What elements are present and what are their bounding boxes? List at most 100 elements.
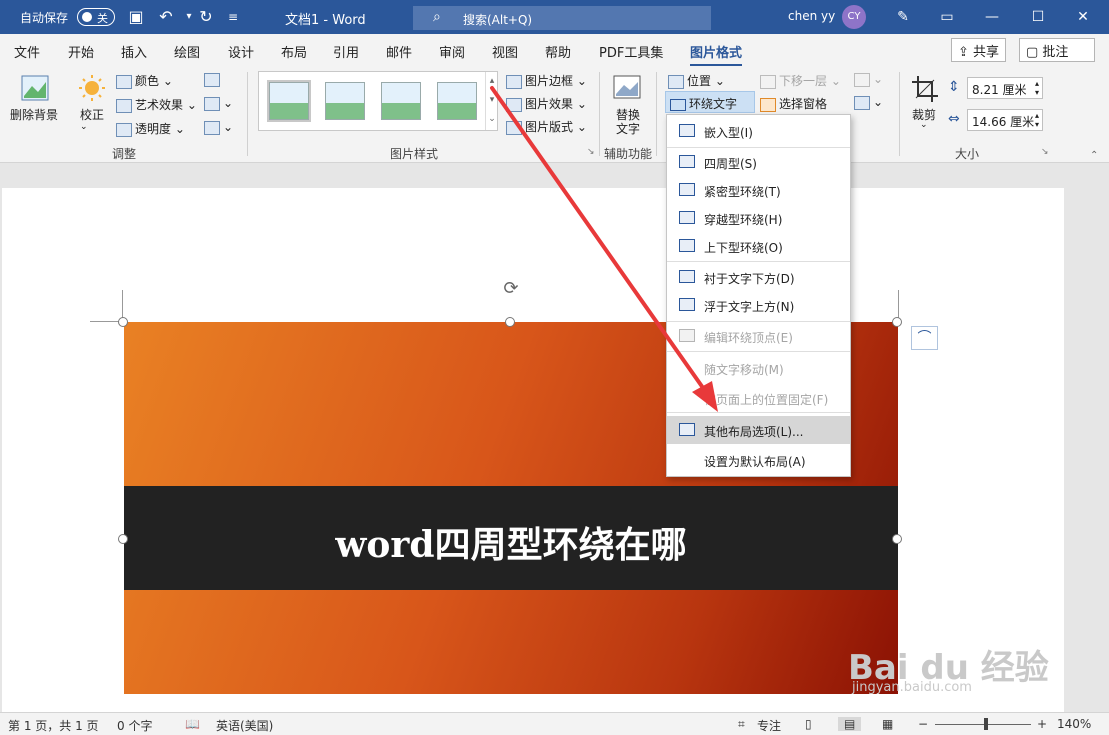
- ribbon: 删除背景 校正 ⌄ 颜色 ⌄ 艺术效果 ⌄ 透明度 ⌄ ⌄ ⌄ 调整 ▴ ▾ ⌄ 图…: [0, 66, 1109, 163]
- transparency-label: 透明度: [135, 122, 172, 136]
- search-box[interactable]: ⌕ 搜索(Alt+Q): [413, 6, 711, 30]
- print-layout-icon[interactable]: ▤: [838, 717, 862, 731]
- zoom-in-icon[interactable]: +: [1037, 717, 1047, 731]
- pen-icon[interactable]: ✎: [891, 7, 915, 27]
- menu-item-inline[interactable]: 嵌入型(I): [667, 117, 850, 145]
- tab-home[interactable]: 开始: [68, 42, 94, 61]
- menu-item-label: 穿越型环绕(H): [704, 213, 783, 227]
- transparency-button[interactable]: 透明度 ⌄: [116, 120, 185, 137]
- size-launcher-icon[interactable]: ↘: [1041, 147, 1049, 157]
- tab-help[interactable]: 帮助: [545, 42, 571, 61]
- zoom-slider-thumb[interactable]: [984, 718, 988, 730]
- menu-item-in-front-of-text[interactable]: 浮于文字上方(N): [667, 291, 850, 319]
- tab-view[interactable]: 视图: [492, 42, 518, 61]
- resize-handle-top-left[interactable]: [118, 317, 128, 327]
- remove-background-button[interactable]: 删除背景: [10, 106, 58, 123]
- picture-style-1[interactable]: [267, 80, 311, 122]
- tab-design[interactable]: 设计: [228, 42, 254, 61]
- menu-item-through[interactable]: 穿越型环绕(H): [667, 204, 850, 232]
- resize-handle-top[interactable]: [505, 317, 515, 327]
- focus-mode[interactable]: 专注: [757, 717, 781, 734]
- user-name[interactable]: chen yy: [788, 9, 835, 23]
- customize-qat-icon[interactable]: ≡: [222, 6, 244, 28]
- read-mode-icon[interactable]: ▯: [805, 717, 812, 731]
- share-button[interactable]: ⇪ 共享: [951, 38, 1007, 62]
- picture-style-3[interactable]: [381, 82, 421, 120]
- focus-icon[interactable]: ⌗: [738, 717, 745, 732]
- resize-handle-left[interactable]: [118, 534, 128, 544]
- correct-dropdown-icon[interactable]: ⌄: [80, 122, 88, 132]
- tab-picture-format[interactable]: 图片格式: [690, 42, 743, 67]
- tab-references[interactable]: 引用: [333, 42, 359, 61]
- picture-styles-launcher-icon[interactable]: ↘: [587, 147, 595, 157]
- gallery-scroll[interactable]: ▴ ▾ ⌄: [485, 72, 498, 130]
- behind-text-icon: [679, 270, 695, 283]
- picture-layout-button[interactable]: 图片版式 ⌄: [506, 118, 587, 135]
- height-field[interactable]: 8.21 厘米 ▴ ▾: [967, 77, 1043, 99]
- word-count[interactable]: 0 个字: [117, 717, 152, 734]
- compress-pictures-icon[interactable]: [204, 72, 223, 87]
- menu-item-square[interactable]: 四周型(S): [667, 148, 850, 176]
- position-button[interactable]: 位置 ⌄: [668, 72, 725, 89]
- picture-border-button[interactable]: 图片边框 ⌄: [506, 72, 587, 89]
- menu-item-set-default-layout[interactable]: 设置为默认布局(A): [667, 446, 850, 474]
- menu-item-more-layout-options[interactable]: 其他布局选项(L)...: [667, 416, 850, 444]
- width-field[interactable]: 14.66 厘米 ▴ ▾: [967, 109, 1043, 131]
- picture-style-4[interactable]: [437, 82, 477, 120]
- web-layout-icon[interactable]: ▦: [882, 717, 893, 731]
- crop-dropdown-icon[interactable]: ⌄: [920, 120, 928, 130]
- tab-review[interactable]: 审阅: [439, 42, 465, 61]
- selection-pane-button[interactable]: 选择窗格: [760, 95, 827, 112]
- autosave-toggle[interactable]: 关: [77, 8, 115, 26]
- zoom-out-icon[interactable]: −: [918, 717, 928, 731]
- edit-points-icon: [679, 329, 695, 342]
- menu-item-tight[interactable]: 紧密型环绕(T): [667, 176, 850, 204]
- tab-insert[interactable]: 插入: [121, 42, 147, 61]
- picture-style-2[interactable]: [325, 82, 365, 120]
- save-icon[interactable]: ▣: [125, 6, 147, 28]
- search-icon: ⌕: [433, 9, 441, 25]
- picture-effects-button[interactable]: 图片效果 ⌄: [506, 95, 587, 112]
- change-picture-icon[interactable]: ⌄: [204, 96, 233, 111]
- wrap-text-button[interactable]: 环绕文字 ⌄: [665, 91, 755, 126]
- tab-pdf-tools[interactable]: PDF工具集: [599, 42, 663, 61]
- align-icon[interactable]: ⌄: [854, 72, 883, 87]
- resize-handle-top-right[interactable]: [892, 317, 902, 327]
- menu-item-top-bottom[interactable]: 上下型环绕(O): [667, 232, 850, 260]
- rotate-handle-icon[interactable]: ⟳: [500, 278, 522, 300]
- artistic-effects-button[interactable]: 艺术效果 ⌄: [116, 96, 197, 113]
- layout-options-icon[interactable]: ⌒: [911, 326, 938, 350]
- zoom-slider[interactable]: [935, 724, 1031, 725]
- proofing-icon[interactable]: 📖: [185, 717, 200, 731]
- send-backward-button[interactable]: 下移一层 ⌄: [760, 72, 841, 89]
- zoom-level[interactable]: 140%: [1057, 717, 1091, 731]
- resize-handle-right[interactable]: [892, 534, 902, 544]
- reset-picture-icon[interactable]: ⌄: [204, 120, 233, 135]
- close-icon[interactable]: ✕: [1071, 7, 1095, 27]
- color-button[interactable]: 颜色 ⌄: [116, 72, 173, 89]
- comment-button[interactable]: ▢ 批注: [1019, 38, 1095, 62]
- alt-text-line2[interactable]: 文字: [616, 120, 640, 137]
- width-spinner-icon[interactable]: ▴ ▾: [1035, 111, 1039, 129]
- menu-separator: [667, 261, 850, 262]
- tab-draw[interactable]: 绘图: [174, 42, 200, 61]
- menu-item-behind-text[interactable]: 衬于文字下方(D): [667, 263, 850, 291]
- minimize-icon[interactable]: —: [980, 7, 1004, 27]
- undo-icon[interactable]: ↶: [155, 6, 177, 28]
- rotate-icon[interactable]: ⌄: [854, 95, 883, 110]
- avatar[interactable]: CY: [842, 5, 866, 29]
- page-count[interactable]: 第 1 页，共 1 页: [8, 717, 99, 734]
- menu-item-edit-wrap-points: 编辑环绕顶点(E): [667, 322, 850, 350]
- redo-icon[interactable]: ↻: [195, 6, 217, 28]
- language[interactable]: 英语(美国): [216, 717, 273, 734]
- height-spinner-icon[interactable]: ▴ ▾: [1035, 79, 1039, 97]
- ribbon-display-icon[interactable]: ▭: [935, 7, 959, 27]
- collapse-ribbon-icon[interactable]: ⌃: [1090, 150, 1098, 161]
- tab-mailings[interactable]: 邮件: [386, 42, 412, 61]
- tab-layout[interactable]: 布局: [281, 42, 307, 61]
- correct-icon: [78, 74, 110, 104]
- correct-button[interactable]: 校正: [80, 106, 104, 123]
- tab-file[interactable]: 文件: [14, 42, 40, 61]
- maximize-icon[interactable]: ☐: [1026, 7, 1050, 27]
- menu-item-label: 浮于文字上方(N): [704, 300, 795, 314]
